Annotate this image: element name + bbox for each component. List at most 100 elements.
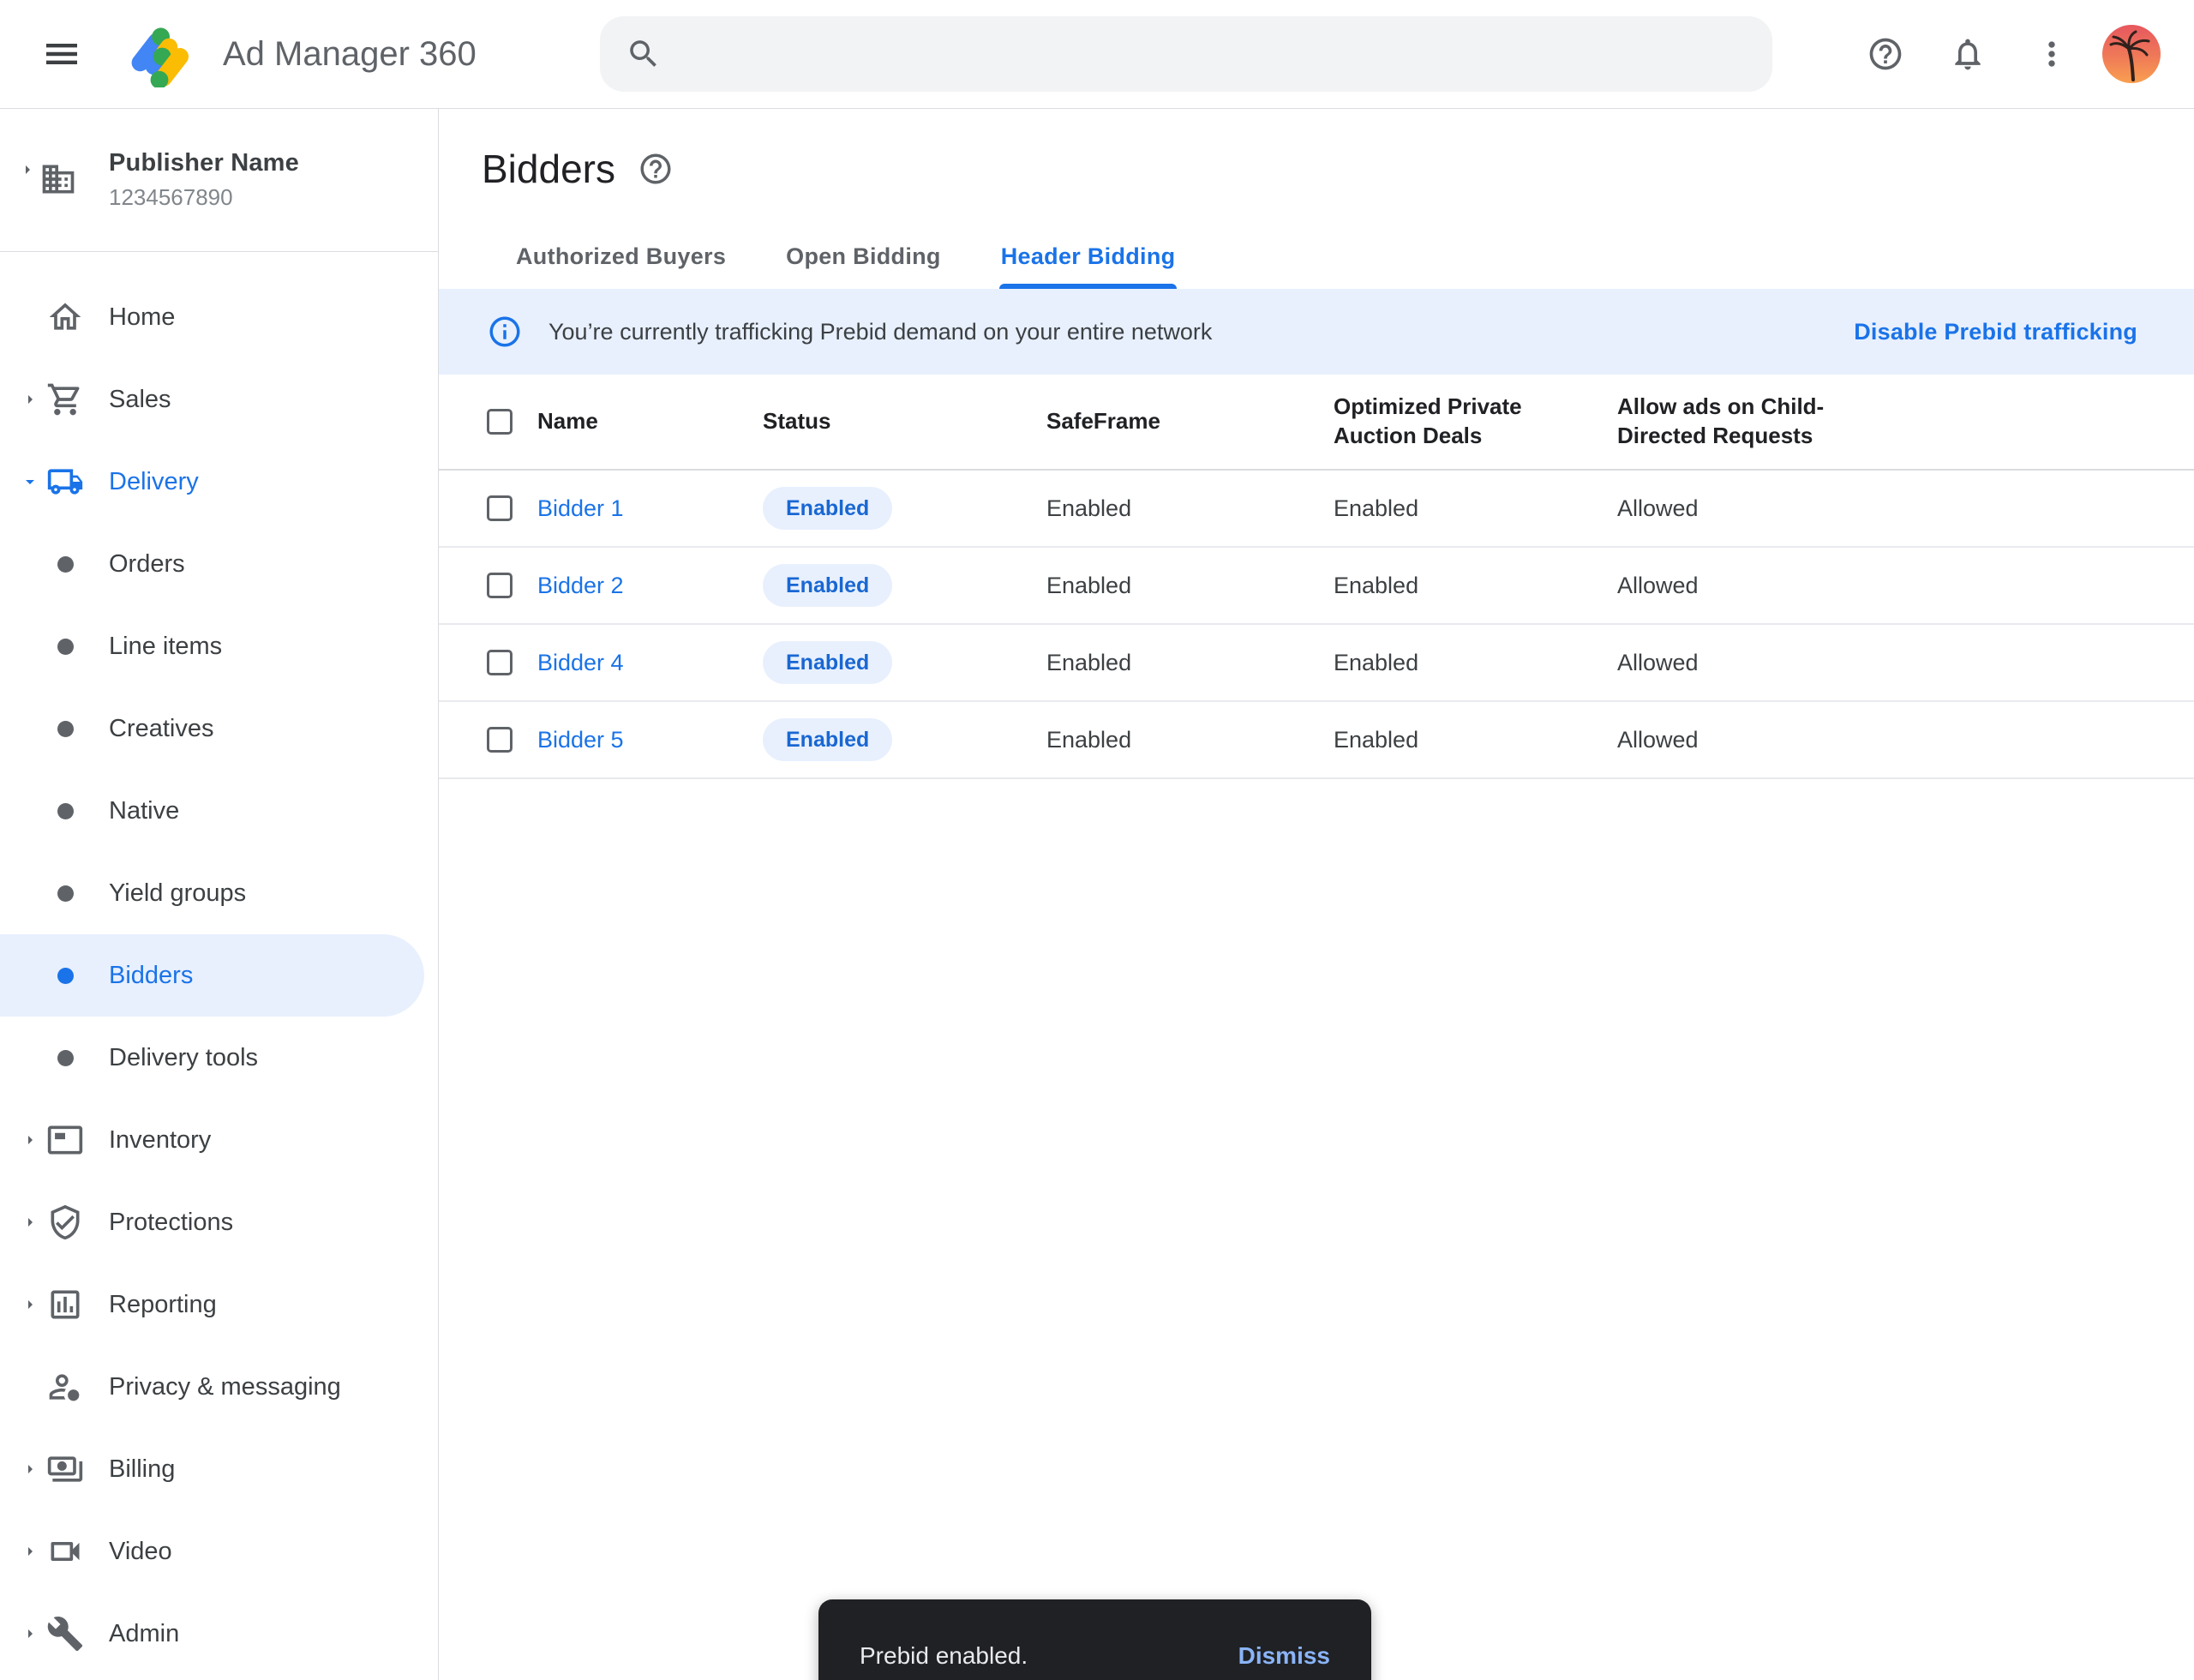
sidebar-item-privacy-messaging[interactable]: Privacy & messaging bbox=[0, 1346, 438, 1428]
more-options-icon[interactable] bbox=[2033, 35, 2071, 73]
expand-right-icon bbox=[19, 1623, 41, 1645]
expand-right-icon bbox=[19, 1129, 41, 1151]
bidder-link[interactable]: Bidder 2 bbox=[537, 573, 763, 599]
opad-value: Enabled bbox=[1334, 727, 1617, 753]
bullet-icon bbox=[46, 627, 84, 665]
tab-bar: Authorized Buyers Open Bidding Header Bi… bbox=[439, 223, 2194, 289]
opad-value: Enabled bbox=[1334, 495, 1617, 522]
ad-manager-page: Ad Manager 360 bbox=[0, 0, 2194, 1680]
child-directed-value: Allowed bbox=[1617, 495, 2194, 522]
row-checkbox[interactable] bbox=[487, 573, 513, 598]
safeframe-value: Enabled bbox=[1046, 495, 1334, 522]
sidebar: Publisher Name 1234567890 Home Sales bbox=[0, 108, 439, 1680]
sidebar-item-orders[interactable]: Orders bbox=[0, 523, 438, 605]
status-badge: Enabled bbox=[763, 487, 1046, 530]
sidebar-item-inventory[interactable]: Inventory bbox=[0, 1099, 438, 1181]
banner-message: You’re currently trafficking Prebid dema… bbox=[548, 319, 1212, 345]
expand-right-icon bbox=[19, 1540, 41, 1563]
table-header: Name Status SafeFrame Optimized Private … bbox=[439, 375, 2194, 471]
top-app-bar: Ad Manager 360 bbox=[0, 0, 2194, 109]
ad-manager-logo-icon bbox=[125, 19, 194, 87]
toast-message: Prebid enabled. bbox=[860, 1642, 1028, 1670]
sidebar-nav: Home Sales Delivery bbox=[0, 252, 438, 1675]
safeframe-value: Enabled bbox=[1046, 727, 1334, 753]
truck-icon bbox=[46, 463, 84, 501]
disable-prebid-link[interactable]: Disable Prebid trafficking bbox=[1854, 319, 2137, 345]
safeframe-value: Enabled bbox=[1046, 650, 1334, 676]
sidebar-item-delivery-tools[interactable]: Delivery tools bbox=[0, 1017, 438, 1099]
column-header-status: Status bbox=[763, 407, 1046, 436]
safeframe-value: Enabled bbox=[1046, 573, 1334, 599]
sidebar-item-delivery[interactable]: Delivery bbox=[0, 441, 438, 523]
row-checkbox[interactable] bbox=[487, 495, 513, 521]
row-checkbox[interactable] bbox=[487, 727, 513, 753]
table-row: Bidder 2 Enabled Enabled Enabled Allowed bbox=[439, 548, 2194, 625]
home-icon bbox=[46, 298, 84, 336]
bullet-icon bbox=[46, 874, 84, 912]
sidebar-item-creatives[interactable]: Creatives bbox=[0, 687, 438, 770]
publisher-selector[interactable]: Publisher Name 1234567890 bbox=[0, 108, 438, 252]
bullet-icon bbox=[46, 792, 84, 830]
select-all-checkbox[interactable] bbox=[487, 409, 513, 435]
sidebar-item-home[interactable]: Home bbox=[0, 276, 438, 358]
expand-down-icon bbox=[19, 471, 41, 493]
tab-header-bidding[interactable]: Header Bidding bbox=[999, 223, 1178, 289]
main-content: Bidders Authorized Buyers Open Bidding H… bbox=[439, 108, 2194, 1680]
page-help-icon[interactable] bbox=[638, 151, 674, 187]
status-badge: Enabled bbox=[763, 641, 1046, 684]
page-title: Bidders bbox=[482, 146, 615, 192]
opad-value: Enabled bbox=[1334, 650, 1617, 676]
expand-right-icon bbox=[17, 159, 38, 180]
sidebar-item-line-items[interactable]: Line items bbox=[0, 605, 438, 687]
sidebar-item-billing[interactable]: Billing bbox=[0, 1428, 438, 1510]
expand-right-icon bbox=[19, 388, 41, 411]
column-header-name: Name bbox=[537, 407, 763, 436]
sidebar-item-admin[interactable]: Admin bbox=[0, 1593, 438, 1675]
column-header-child-directed: Allow ads on Child-Directed Requests bbox=[1617, 393, 1831, 451]
sidebar-item-protections[interactable]: Protections bbox=[0, 1181, 438, 1263]
search-bar[interactable] bbox=[600, 16, 1772, 92]
search-input[interactable] bbox=[682, 27, 1747, 81]
status-badge: Enabled bbox=[763, 718, 1046, 761]
sidebar-item-video[interactable]: Video bbox=[0, 1510, 438, 1593]
bidder-link[interactable]: Bidder 1 bbox=[537, 495, 763, 522]
videocam-icon bbox=[46, 1533, 84, 1570]
help-icon[interactable] bbox=[1867, 35, 1904, 73]
shield-check-icon bbox=[46, 1203, 84, 1241]
bidder-link[interactable]: Bidder 5 bbox=[537, 727, 763, 753]
palm-tree-image bbox=[2102, 25, 2161, 83]
info-icon bbox=[487, 314, 523, 350]
publisher-name: Publisher Name bbox=[109, 149, 438, 177]
wrench-icon bbox=[46, 1615, 84, 1653]
opad-value: Enabled bbox=[1334, 573, 1617, 599]
expand-right-icon bbox=[19, 1293, 41, 1316]
table-row: Bidder 1 Enabled Enabled Enabled Allowed bbox=[439, 471, 2194, 548]
person-shield-icon bbox=[46, 1368, 84, 1406]
notifications-bell-icon[interactable] bbox=[1949, 35, 1987, 73]
publisher-id: 1234567890 bbox=[109, 184, 438, 211]
sidebar-item-yield-groups[interactable]: Yield groups bbox=[0, 852, 438, 934]
sidebar-item-reporting[interactable]: Reporting bbox=[0, 1263, 438, 1346]
child-directed-value: Allowed bbox=[1617, 727, 2194, 753]
sidebar-item-sales[interactable]: Sales bbox=[0, 358, 438, 441]
dismiss-button[interactable]: Dismiss bbox=[1238, 1642, 1330, 1670]
snackbar-toast: Prebid enabled. Dismiss bbox=[818, 1599, 1371, 1680]
column-header-safeframe: SafeFrame bbox=[1046, 407, 1334, 436]
tab-open-bidding[interactable]: Open Bidding bbox=[784, 223, 943, 289]
column-header-opad: Optimized Private Auction Deals bbox=[1334, 393, 1539, 451]
row-checkbox[interactable] bbox=[487, 650, 513, 675]
expand-right-icon bbox=[19, 1458, 41, 1480]
child-directed-value: Allowed bbox=[1617, 573, 2194, 599]
bullet-icon bbox=[46, 957, 84, 994]
menu-icon[interactable] bbox=[39, 33, 84, 75]
cart-icon bbox=[46, 381, 84, 418]
ad-unit-icon bbox=[46, 1121, 84, 1159]
sidebar-item-bidders[interactable]: Bidders bbox=[0, 934, 424, 1017]
child-directed-value: Allowed bbox=[1617, 650, 2194, 676]
account-avatar[interactable] bbox=[2102, 25, 2161, 83]
tab-authorized-buyers[interactable]: Authorized Buyers bbox=[514, 223, 728, 289]
bar-chart-icon bbox=[46, 1286, 84, 1323]
sidebar-item-native[interactable]: Native bbox=[0, 770, 438, 852]
bullet-icon bbox=[46, 710, 84, 747]
bidder-link[interactable]: Bidder 4 bbox=[537, 650, 763, 676]
